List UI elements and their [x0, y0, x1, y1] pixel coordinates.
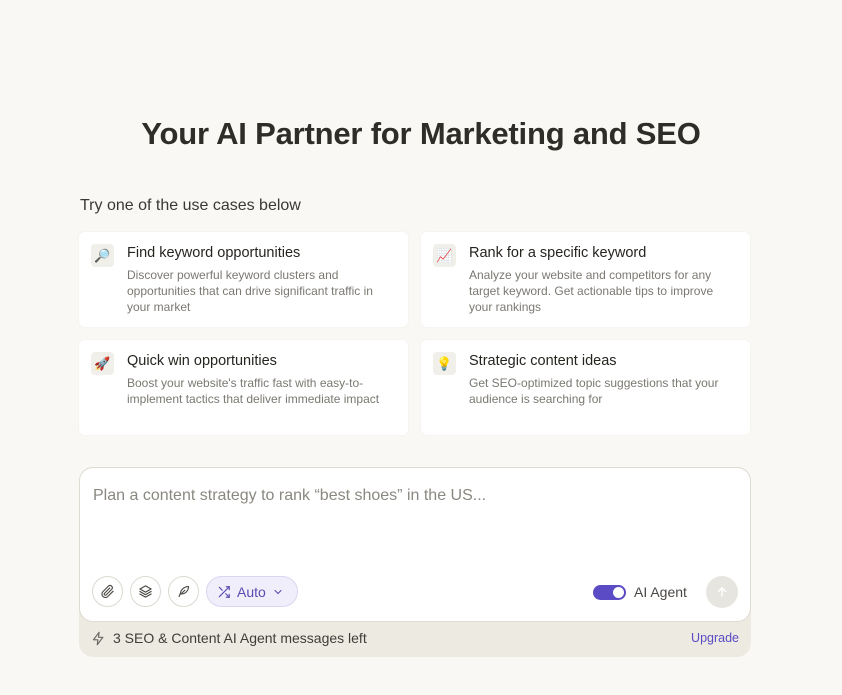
chat-composer: Auto AI Agent 3 SEO & Content AI Agent m… — [79, 467, 751, 657]
page-title: Your AI Partner for Marketing and SEO — [141, 116, 701, 151]
magnifying-glass-icon: 🔎 — [91, 244, 114, 267]
composer-input-box: Auto AI Agent — [79, 467, 751, 622]
use-case-description: Get SEO-optimized topic suggestions that… — [469, 376, 719, 406]
use-case-description: Discover powerful keyword clusters and o… — [127, 268, 373, 314]
paperclip-icon — [101, 584, 114, 599]
use-case-title: Find keyword opportunities — [127, 245, 301, 261]
feather-icon — [178, 585, 190, 598]
use-case-title: Quick win opportunities — [127, 353, 277, 369]
ai-agent-toggle[interactable] — [593, 585, 626, 600]
pen-tool-button[interactable] — [168, 576, 199, 607]
use-case-title: Strategic content ideas — [469, 353, 617, 369]
use-case-card-rank-keyword[interactable]: 📈 Rank for a specific keyword Analyze yo… — [421, 232, 750, 327]
use-case-card-content-ideas[interactable]: 💡 Strategic content ideas Get SEO-optimi… — [421, 340, 750, 435]
use-case-card-quick-wins[interactable]: 🚀 Quick win opportunities Boost your web… — [79, 340, 408, 435]
mode-selector[interactable]: Auto — [206, 576, 298, 607]
lightning-bolt-icon — [92, 631, 104, 645]
usage-footer: 3 SEO & Content AI Agent messages left U… — [91, 628, 741, 648]
layers-button[interactable] — [130, 576, 161, 607]
send-button[interactable] — [706, 576, 738, 608]
layers-icon — [139, 585, 152, 598]
use-case-description: Boost your website's traffic fast with e… — [127, 376, 380, 406]
ai-agent-label: AI Agent — [634, 584, 687, 600]
mode-label: Auto — [237, 583, 266, 600]
page: Your AI Partner for Marketing and SEO Tr… — [0, 0, 842, 695]
attach-button[interactable] — [92, 576, 123, 607]
arrow-up-icon — [717, 587, 727, 597]
rocket-icon: 🚀 — [91, 352, 114, 375]
use-cases-label: Try one of the use cases below — [80, 197, 301, 214]
chevron-down-icon — [274, 589, 282, 594]
chart-increasing-icon: 📈 — [433, 244, 456, 267]
shuffle-icon — [218, 585, 230, 598]
prompt-input[interactable] — [93, 484, 733, 508]
upgrade-link[interactable]: Upgrade — [691, 631, 739, 645]
light-bulb-icon: 💡 — [433, 352, 456, 375]
messages-left-text: 3 SEO & Content AI Agent messages left — [113, 630, 367, 646]
use-case-description: Analyze your website and competitors for… — [469, 268, 714, 314]
use-case-title: Rank for a specific keyword — [469, 245, 647, 261]
use-case-card-keyword-opportunities[interactable]: 🔎 Find keyword opportunities Discover po… — [79, 232, 408, 327]
